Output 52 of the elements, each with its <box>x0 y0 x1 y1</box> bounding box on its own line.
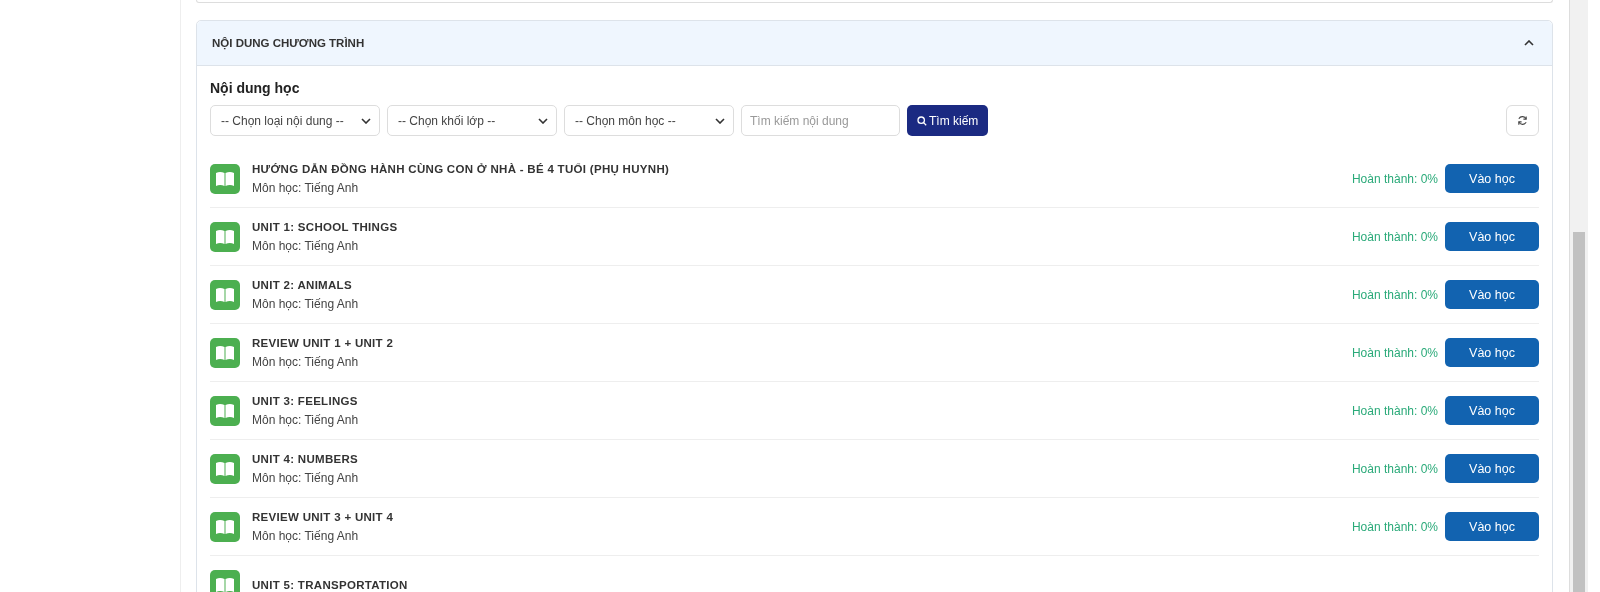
start-learning-button[interactable]: Vào học <box>1445 396 1539 425</box>
refresh-button[interactable] <box>1506 105 1539 136</box>
lesson-subject: Môn học: Tiếng Anh <box>252 238 360 253</box>
lesson-title: UNIT 5: TRANSPORTATION <box>252 578 409 591</box>
book-icon <box>210 453 240 484</box>
lesson-subject: Môn học: Tiếng Anh <box>252 470 360 485</box>
lesson-subject: Môn học: Tiếng Anh <box>252 180 360 195</box>
search-icon <box>917 115 927 126</box>
scrollbar-thumb[interactable] <box>1573 232 1585 592</box>
book-icon <box>210 221 240 252</box>
chevron-down-icon <box>361 117 371 124</box>
dropdown-field[interactable]: -- Chọn loại nội dung -- <box>210 105 380 136</box>
lesson-title: UNIT 4: NUMBERS <box>252 452 360 465</box>
dropdown-field[interactable]: -- Chọn khối lớp -- <box>387 105 557 136</box>
progress-text: Hoàn thành: 0% <box>1351 519 1438 534</box>
progress-text: Hoàn thành: 0% <box>1351 345 1438 360</box>
start-learning-button[interactable]: Vào học <box>1445 454 1539 483</box>
book-icon <box>210 279 240 310</box>
lesson-subject: Môn học: Tiếng Anh <box>252 528 360 543</box>
book-icon <box>210 395 240 426</box>
book-icon <box>210 511 240 542</box>
progress-text: Hoàn thành: 0% <box>1351 403 1438 418</box>
lesson-title: REVIEW UNIT 1 + UNIT 2 <box>252 336 395 349</box>
lesson-subject: Môn học: Tiếng Anh <box>252 412 360 427</box>
chevron-down-icon <box>538 117 548 124</box>
dropdown-field[interactable]: -- Chọn môn học -- <box>564 105 734 136</box>
refresh-icon <box>1517 115 1528 126</box>
lesson-title: HƯỚNG DẪN ĐỒNG HÀNH CÙNG CON Ở NHÀ - BÉ 4 TUỔI (PHỤ HUYNH) <box>252 162 671 175</box>
lesson-title: UNIT 3: FEELINGS <box>252 394 359 407</box>
progress-text: Hoàn thành: 0% <box>1351 461 1438 476</box>
lesson-subject: Môn học: Tiếng Anh <box>252 296 360 311</box>
book-icon <box>210 337 240 368</box>
start-learning-button[interactable]: Vào học <box>1445 164 1539 193</box>
progress-text: Hoàn thành: 0% <box>1351 171 1438 186</box>
start-learning-button[interactable]: Vào học <box>1445 222 1539 251</box>
lesson-title: UNIT 1: SCHOOL THINGS <box>252 220 399 233</box>
section-header[interactable]: NỘI DUNG CHƯƠNG TRÌNH <box>197 21 1552 66</box>
progress-text: Hoàn thành: 0% <box>1351 287 1438 302</box>
start-learning-button[interactable]: Vào học <box>1445 512 1539 541</box>
book-icon <box>210 163 240 194</box>
chevron-down-icon <box>715 117 725 124</box>
lesson-title: UNIT 2: ANIMALS <box>252 278 353 291</box>
scrollbar[interactable] <box>1569 0 1588 592</box>
content-heading: Nội dung học <box>210 80 301 96</box>
lesson-title: REVIEW UNIT 3 + UNIT 4 <box>252 510 395 523</box>
search-button[interactable]: Tìm kiếm <box>907 105 989 136</box>
section-title: NỘI DUNG CHƯƠNG TRÌNH <box>212 37 365 49</box>
start-learning-button[interactable]: Vào học <box>1445 338 1539 367</box>
lesson-subject: Môn học: Tiếng Anh <box>252 354 360 369</box>
progress-text: Hoàn thành: 0% <box>1351 229 1438 244</box>
start-learning-button[interactable]: Vào học <box>1445 280 1539 309</box>
search-field[interactable]: Tìm kiếm nội dung <box>741 105 900 136</box>
